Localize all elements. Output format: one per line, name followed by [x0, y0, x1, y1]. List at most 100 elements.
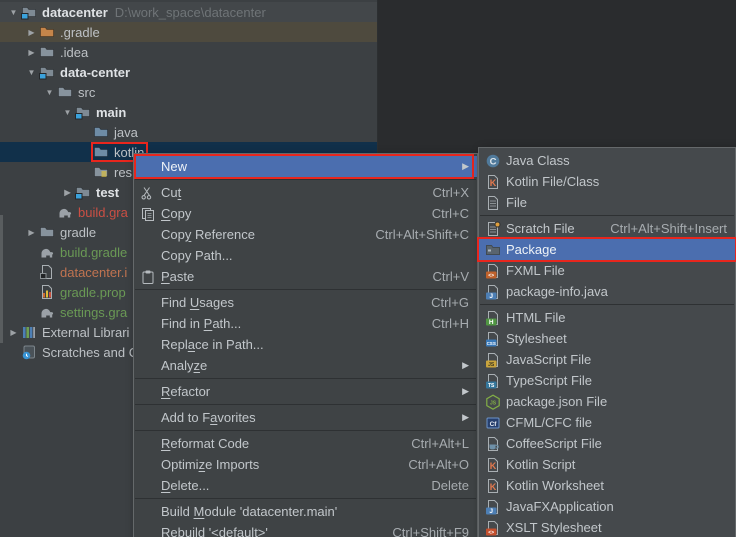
file-icon — [484, 195, 502, 211]
menu-shortcut: Ctrl+H — [414, 316, 469, 331]
tree-item-label: gradle.prop — [60, 285, 126, 300]
menu-item-rebuild-default[interactable]: Rebuild '<default>'Ctrl+Shift+F9 — [134, 522, 477, 537]
chevron-closed-icon[interactable]: ▶ — [24, 48, 39, 57]
submenu-item-kotlin-file-class[interactable]: KKotlin File/Class — [479, 171, 735, 192]
chevron-closed-icon[interactable]: ▶ — [24, 28, 39, 37]
submenu-item-file[interactable]: File — [479, 192, 735, 213]
tree-item-body: main — [75, 104, 126, 120]
menu-item-label: Copy Path... — [161, 248, 233, 263]
chevron-open-icon[interactable]: ▼ — [24, 68, 39, 77]
menu-item-reformat-code[interactable]: Reformat CodeCtrl+Alt+L — [134, 433, 477, 454]
submenu-item-scratch-file[interactable]: Scratch FileCtrl+Alt+Shift+Insert — [479, 218, 735, 239]
paste-icon — [139, 269, 157, 285]
svg-text:TS: TS — [488, 383, 495, 389]
package-icon — [484, 242, 502, 258]
tree-item-datacenter[interactable]: ▼datacenterD:\work_space\datacenter — [0, 2, 377, 22]
menu-shortcut: Ctrl+V — [415, 269, 469, 284]
svg-text:Cf: Cf — [490, 420, 498, 427]
javafx-application-icon: J — [484, 499, 502, 515]
menu-item-label: Reformat Code — [161, 436, 249, 451]
submenu-item-coffeescript-file[interactable]: CoffeeScript File — [479, 433, 735, 454]
submenu-item-cfml-cfc-file[interactable]: CfCFML/CFC file — [479, 412, 735, 433]
chevron-closed-icon[interactable]: ▶ — [60, 188, 75, 197]
tree-item-body: Scratches and C — [21, 344, 138, 360]
menu-item-find-usages[interactable]: Find UsagesCtrl+G — [134, 292, 477, 313]
gradle-file-icon — [57, 204, 73, 220]
tree-item-body: build.gradle — [39, 244, 127, 260]
submenu-item-html-file[interactable]: HHTML File — [479, 307, 735, 328]
tree-item-body: java — [93, 124, 138, 140]
tree-item-main[interactable]: ▼main — [0, 102, 377, 122]
tree-item-data-center[interactable]: ▼data-center — [0, 62, 377, 82]
menu-shortcut: Ctrl+Alt+Shift+C — [357, 227, 469, 242]
submenu-item-kotlin-worksheet[interactable]: KKotlin Worksheet — [479, 475, 735, 496]
submenu-item-kotlin-script[interactable]: K Kotlin Script — [479, 454, 735, 475]
chevron-open-icon[interactable]: ▼ — [42, 88, 57, 97]
xslt-stylesheet-icon: <> — [484, 520, 502, 536]
menu-item-build-module-datacenter-main[interactable]: Build Module 'datacenter.main' — [134, 501, 477, 522]
submenu-item-package-info-java[interactable]: Jpackage-info.java — [479, 281, 735, 302]
module-folder-icon — [39, 64, 55, 80]
menu-icon-spacer — [139, 159, 157, 175]
source-folder-icon — [93, 124, 109, 140]
menu-item-label: Copy — [161, 206, 191, 221]
menu-item-delete[interactable]: Delete...Delete — [134, 475, 477, 496]
menu-item-label: New — [161, 159, 187, 174]
menu-item-analyze[interactable]: Analyze▶ — [134, 355, 477, 376]
tree-item-body: gradle.prop — [39, 284, 126, 300]
menu-shortcut: Ctrl+Alt+Shift+Insert — [592, 221, 727, 236]
tree-item-label: src — [78, 85, 95, 100]
submenu-item-label: JavaFXApplication — [506, 499, 614, 514]
folder-icon — [39, 224, 55, 240]
submenu-item-fxml-file[interactable]: <>FXML File — [479, 260, 735, 281]
kotlin-file-icon: K — [484, 174, 502, 190]
menu-shortcut: Ctrl+Alt+O — [390, 457, 469, 472]
submenu-item-typescript-file[interactable]: TSTypeScript File — [479, 370, 735, 391]
menu-icon-spacer — [139, 248, 157, 264]
tree-item-src[interactable]: ▼ src — [0, 82, 377, 102]
chevron-closed-icon[interactable]: ▶ — [24, 228, 39, 237]
tree-item-idea[interactable]: ▶.idea — [0, 42, 377, 62]
menu-item-add-to-favorites[interactable]: Add to Favorites▶ — [134, 407, 477, 428]
menu-icon-spacer — [139, 227, 157, 243]
folder-icon — [57, 84, 73, 100]
menu-item-copy-reference[interactable]: Copy ReferenceCtrl+Alt+Shift+C — [134, 224, 477, 245]
submenu-item-javascript-file[interactable]: JSJavaScript File — [479, 349, 735, 370]
menu-item-cut[interactable]: CutCtrl+X — [134, 182, 477, 203]
module-folder-icon — [75, 184, 91, 200]
svg-text:J: J — [489, 293, 493, 300]
tree-item-label: java — [114, 125, 138, 140]
menu-item-label: Paste — [161, 269, 194, 284]
chevron-open-icon[interactable]: ▼ — [6, 8, 21, 17]
menu-item-paste[interactable]: Paste Ctrl+V — [134, 266, 477, 287]
submenu-item-package[interactable]: Package — [479, 239, 735, 260]
submenu-item-package-json-file[interactable]: JSpackage.json File — [479, 391, 735, 412]
menu-icon-spacer — [139, 525, 157, 537]
submenu-item-javafxapplication[interactable]: J JavaFXApplication — [479, 496, 735, 517]
chevron-closed-icon[interactable]: ▶ — [6, 328, 21, 337]
tree-item-body: data-center — [39, 64, 130, 80]
menu-item-replace-in-path[interactable]: Replace in Path... — [134, 334, 477, 355]
submenu-item-stylesheet[interactable]: CSSStylesheet — [479, 328, 735, 349]
menu-item-new[interactable]: New▶ — [134, 156, 477, 177]
submenu-item-xslt-stylesheet[interactable]: <>XSLT Stylesheet — [479, 517, 735, 537]
submenu-item-label: package-info.java — [506, 284, 608, 299]
menu-icon-spacer — [139, 358, 157, 374]
submenu-item-java-class[interactable]: CJava Class — [479, 150, 735, 171]
submenu-item-label: File — [506, 195, 527, 210]
menu-item-optimize-imports[interactable]: Optimize ImportsCtrl+Alt+O — [134, 454, 477, 475]
folder-icon — [39, 44, 55, 60]
chevron-open-icon[interactable]: ▼ — [60, 108, 75, 117]
gradle-file-icon — [39, 304, 55, 320]
menu-item-copy[interactable]: CopyCtrl+C — [134, 203, 477, 224]
tree-item-java[interactable]: java — [0, 122, 377, 142]
submenu-item-label: Kotlin Script — [506, 457, 575, 472]
menu-item-refactor[interactable]: Refactor▶ — [134, 381, 477, 402]
menu-item-find-in-path[interactable]: Find in Path...Ctrl+H — [134, 313, 477, 334]
menu-separator — [135, 378, 476, 379]
tree-item-gradle[interactable]: ▶.gradle — [0, 22, 377, 42]
scrollbar-thumb[interactable] — [0, 215, 3, 343]
project-path-label: D:\work_space\datacenter — [115, 5, 266, 20]
menu-item-copy-path[interactable]: Copy Path... — [134, 245, 477, 266]
kotlin-script-icon: K — [484, 457, 502, 473]
